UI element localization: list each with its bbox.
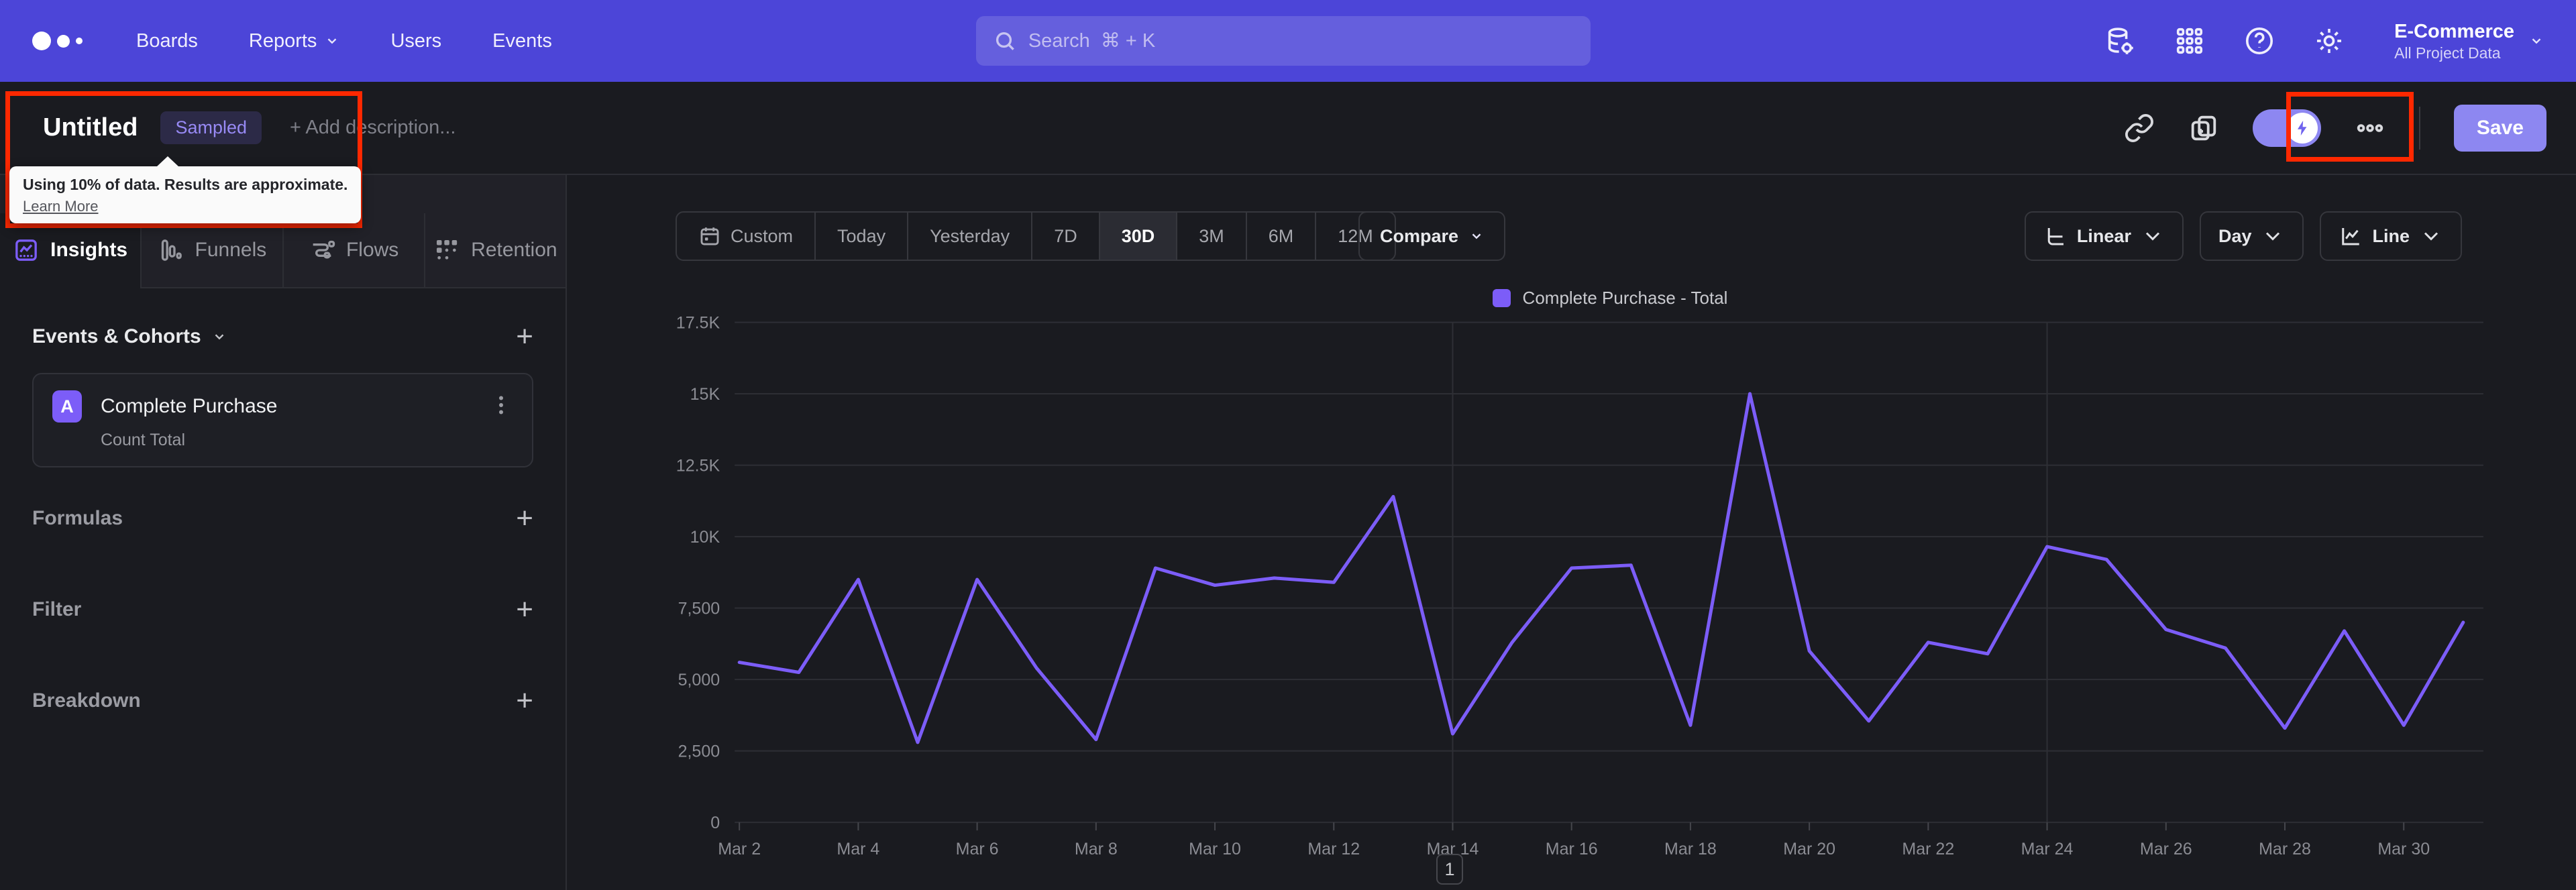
y-axis-tick-label: 5,000 <box>678 671 720 689</box>
sampled-badge[interactable]: Sampled <box>160 111 262 144</box>
sampling-tooltip: Using 10% of data. Results are approxima… <box>9 156 362 223</box>
add-filter-button[interactable]: + <box>516 595 533 624</box>
x-axis-tick-label: Mar 30 <box>2377 840 2430 858</box>
add-event-button[interactable]: + <box>516 322 533 351</box>
nav-right: E-Commerce All Project Data <box>2104 19 2544 62</box>
save-button[interactable]: Save <box>2453 104 2546 152</box>
nav-item-users[interactable]: Users <box>390 30 441 52</box>
breakdown-label: Breakdown <box>32 689 141 712</box>
top-nav: Boards Reports Users Events Search ⌘ + K… <box>0 0 2576 82</box>
sampling-tooltip-text: Using 10% of data. Results are approxima… <box>23 176 348 193</box>
copy-link-icon[interactable] <box>2124 113 2155 144</box>
series-line-complete-purchase-total[interactable] <box>737 392 2465 744</box>
settings-gear-icon[interactable] <box>2314 25 2345 56</box>
x-axis-tick-label: Mar 22 <box>1902 840 1954 858</box>
nav-item-reports[interactable]: Reports <box>249 30 340 52</box>
formulas-label: Formulas <box>32 507 123 529</box>
workspace-name: E-Commerce <box>2394 21 2514 43</box>
event-card[interactable]: A Complete Purchase Count Total <box>32 373 533 467</box>
x-axis-tick-label: Mar 8 <box>1075 840 1118 858</box>
retention-icon <box>437 240 458 260</box>
x-axis-tick-label: Mar 28 <box>2259 840 2311 858</box>
add-description-field[interactable]: + Add description... <box>290 117 455 139</box>
logo-dot-icon <box>76 38 83 44</box>
tab-funnels[interactable]: Funnels <box>140 213 282 288</box>
event-menu-icon[interactable] <box>489 393 513 421</box>
logo-dot-icon <box>32 32 51 50</box>
divider <box>2418 106 2420 150</box>
search-icon <box>996 32 1014 50</box>
lightning-icon <box>2297 120 2307 135</box>
x-axis-tick-label: Mar 4 <box>837 840 879 858</box>
event-metric[interactable]: Count Total <box>101 431 513 450</box>
x-axis-tick-label: Mar 12 <box>1307 840 1360 858</box>
tab-label: Funnels <box>195 239 267 261</box>
query-builder-sidebar: Insights Funnels Flows Retention Events … <box>0 175 567 890</box>
event-name: Complete Purchase <box>101 395 278 417</box>
tab-flows[interactable]: Flows <box>282 213 424 288</box>
y-axis-tick-label: 12.5K <box>676 457 720 476</box>
tab-retention[interactable]: Retention <box>423 213 566 288</box>
data-management-icon[interactable] <box>2104 25 2135 56</box>
workspace-scope: All Project Data <box>2394 44 2501 62</box>
x-axis-tick-label: Mar 26 <box>2140 840 2192 858</box>
more-options-icon[interactable] <box>2355 113 2385 144</box>
add-breakdown-button[interactable]: + <box>516 686 533 716</box>
chevron-down-icon <box>215 334 224 340</box>
chart-panel: Custom Today Yesterday 7D 30D 3M 6M 12M … <box>567 175 2576 890</box>
tab-insights[interactable]: Insights <box>0 213 141 288</box>
funnels-icon <box>161 239 182 261</box>
add-to-board-icon[interactable] <box>2188 113 2219 144</box>
toggle-knob <box>2286 112 2318 144</box>
tab-label: Flows <box>345 239 399 261</box>
event-letter-badge: A <box>52 390 82 423</box>
nav-links: Boards Reports Users Events <box>136 30 552 52</box>
insights-icon <box>15 239 37 261</box>
line-chart-svg: 0 2,500 5,000 7,500 10K 12.5K 15K 17.5K Mar 2 Mar… <box>676 314 2483 858</box>
workspace-switcher[interactable]: E-Commerce All Project Data <box>2394 19 2544 62</box>
x-axis-tick-label: Mar 24 <box>2021 840 2074 858</box>
search-bar[interactable] <box>976 16 1591 66</box>
x-axis-tick-label: Mar 20 <box>1783 840 1835 858</box>
filter-label: Filter <box>32 598 82 620</box>
help-icon[interactable] <box>2244 25 2275 56</box>
main-area: Insights Funnels Flows Retention Events … <box>0 175 2576 890</box>
y-axis-tick-label: 7,500 <box>678 600 720 618</box>
search-input[interactable] <box>1028 30 1573 52</box>
x-axis-tick-label: Mar 16 <box>1546 840 1598 858</box>
nav-item-events[interactable]: Events <box>492 30 552 52</box>
app-screen: Boards Reports Users Events Search ⌘ + K… <box>0 0 2576 890</box>
x-axis-tick-label: Mar 10 <box>1189 840 1241 858</box>
nav-item-boards[interactable]: Boards <box>136 30 198 52</box>
sampling-toggle[interactable] <box>2252 109 2321 147</box>
flows-icon <box>313 240 335 259</box>
apps-grid-icon[interactable] <box>2174 25 2205 56</box>
logo-dot-icon <box>57 34 70 48</box>
pagination-page-1[interactable]: 1 <box>1436 854 1463 885</box>
y-axis-tick-label: 2,500 <box>678 742 720 761</box>
y-axis-tick-label: 15K <box>690 385 720 404</box>
y-axis-tick-label: 0 <box>710 814 720 832</box>
tab-label: Retention <box>471 239 557 261</box>
chevron-down-icon <box>2532 38 2541 44</box>
title-actions: Save <box>2124 104 2546 152</box>
x-axis-tick-label: Mar 18 <box>1664 840 1717 858</box>
tab-label: Insights <box>50 239 128 261</box>
report-title[interactable]: Untitled <box>43 113 138 142</box>
add-formula-button[interactable]: + <box>516 504 533 533</box>
y-axis-tick-label: 10K <box>690 528 720 547</box>
x-axis-tick-label: Mar 6 <box>956 840 999 858</box>
builder-panel: Events & Cohorts + A Complete Purchase C… <box>0 288 566 890</box>
report-title-bar: Untitled Sampled + Add description... Sa… <box>0 82 2576 175</box>
mixpanel-logo[interactable] <box>32 32 83 50</box>
line-chart[interactable]: 0 2,500 5,000 7,500 10K 12.5K 15K 17.5K Mar 2 Mar… <box>567 175 2576 890</box>
chevron-down-icon <box>328 38 337 44</box>
learn-more-link[interactable]: Learn More <box>23 198 99 215</box>
events-cohorts-header[interactable]: Events & Cohorts <box>32 325 227 348</box>
x-axis-tick-label: Mar 2 <box>718 840 761 858</box>
y-axis-tick-label: 17.5K <box>676 314 720 333</box>
